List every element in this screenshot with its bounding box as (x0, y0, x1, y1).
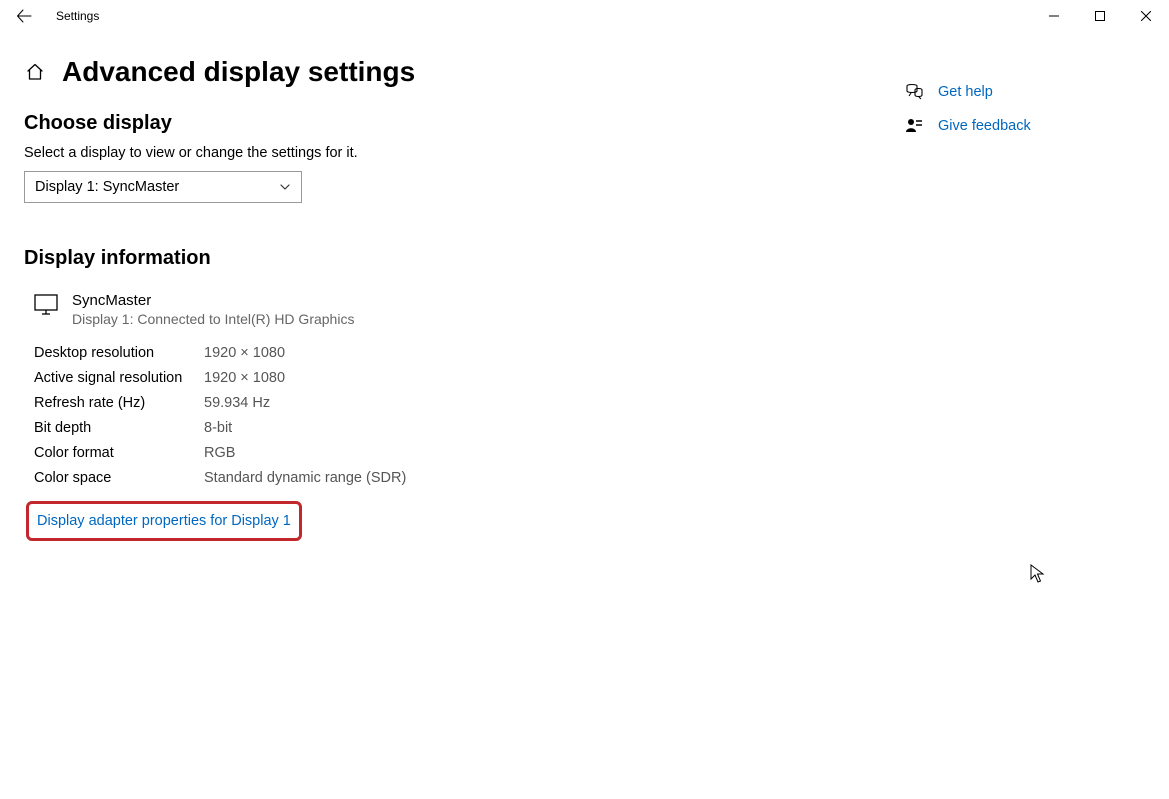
display-adapter-link[interactable]: Display adapter properties for Display 1 (37, 513, 291, 529)
display-select[interactable]: Display 1: SyncMaster (24, 171, 302, 203)
home-button[interactable] (24, 61, 46, 83)
get-help-link[interactable]: Get help (938, 84, 993, 100)
prop-desktop-resolution: Desktop resolution1920 × 1080 (34, 341, 854, 366)
feedback-icon (904, 116, 924, 136)
choose-display-heading: Choose display (24, 112, 854, 135)
prop-refresh-rate: Refresh rate (Hz)59.934 Hz (34, 391, 854, 416)
display-properties: Desktop resolution1920 × 1080 Active sig… (34, 341, 854, 491)
cursor-icon (1030, 564, 1046, 584)
minimize-icon (1049, 11, 1059, 21)
back-button[interactable] (0, 0, 48, 32)
prop-color-format: Color formatRGB (34, 441, 854, 466)
monitor-icon (34, 294, 58, 321)
prop-bit-depth: Bit depth8-bit (34, 416, 854, 441)
title-bar: Settings (0, 0, 1169, 32)
home-icon (25, 62, 45, 82)
minimize-button[interactable] (1031, 0, 1077, 32)
display-select-value: Display 1: SyncMaster (35, 179, 179, 195)
arrow-left-icon (16, 8, 32, 24)
prop-active-signal-resolution: Active signal resolution1920 × 1080 (34, 366, 854, 391)
help-icon (904, 82, 924, 102)
give-feedback-link[interactable]: Give feedback (938, 118, 1031, 134)
prop-color-space: Color spaceStandard dynamic range (SDR) (34, 466, 854, 491)
page-title: Advanced display settings (62, 56, 415, 88)
choose-display-desc: Select a display to view or change the s… (24, 145, 854, 161)
maximize-button[interactable] (1077, 0, 1123, 32)
highlight-box: Display adapter properties for Display 1 (26, 501, 302, 541)
maximize-icon (1095, 11, 1105, 21)
display-name: SyncMaster (72, 292, 354, 309)
chevron-down-icon (279, 181, 291, 193)
display-info-heading: Display information (24, 247, 854, 270)
close-icon (1141, 11, 1151, 21)
display-connection: Display 1: Connected to Intel(R) HD Grap… (72, 311, 354, 327)
window-title: Settings (56, 9, 99, 23)
close-button[interactable] (1123, 0, 1169, 32)
